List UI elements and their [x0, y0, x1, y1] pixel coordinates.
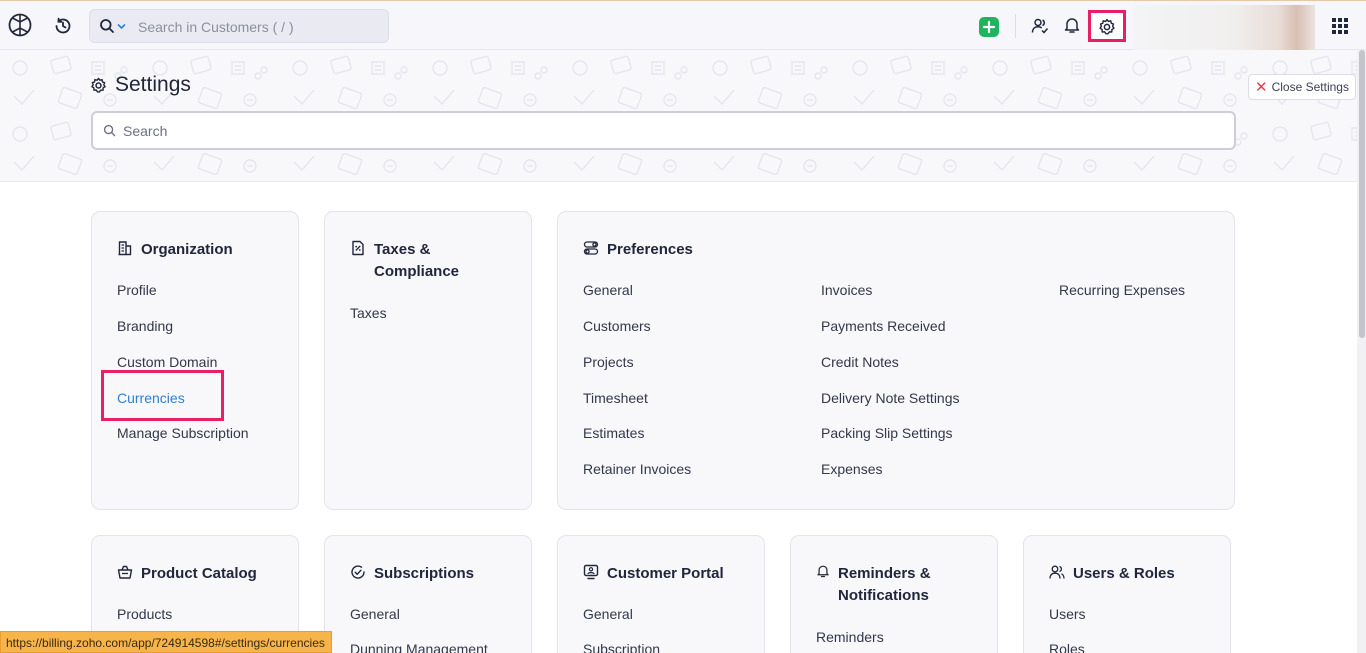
users-icon: [1049, 565, 1065, 579]
gear-icon: [91, 77, 106, 93]
browser-status-url: https://billing.zoho.com/app/724914598#/…: [0, 631, 332, 653]
settings-link-packing-slip-settings[interactable]: Packing Slip Settings: [821, 425, 953, 441]
settings-link-manage-subscription[interactable]: Manage Subscription: [117, 425, 249, 441]
preferences-card-header: Preferences: [583, 239, 693, 261]
settings-link-custom-domain[interactable]: Custom Domain: [117, 354, 217, 370]
settings-link-subscriptions-general[interactable]: General: [350, 606, 400, 622]
settings-link-dunning-management[interactable]: Dunning Management: [350, 641, 488, 653]
user-profile-area[interactable]: [1134, 5, 1315, 50]
close-settings-label: Close Settings: [1271, 80, 1349, 94]
tax-document-icon: [352, 240, 364, 256]
settings-link-delivery-note-settings[interactable]: Delivery Note Settings: [821, 390, 960, 406]
quick-create-button[interactable]: [979, 17, 999, 37]
settings-link-payments-received[interactable]: Payments Received: [821, 318, 946, 334]
organization-card-title: Organization: [141, 241, 233, 258]
close-settings-button[interactable]: ✕ Close Settings: [1248, 74, 1356, 100]
reminders-card-header: Reminders & Notifications: [816, 563, 931, 607]
settings-link-invoices[interactable]: Invoices: [821, 282, 872, 298]
gear-icon: [1099, 18, 1115, 35]
zoho-logo-icon[interactable]: [8, 13, 32, 37]
settings-link-branding[interactable]: Branding: [117, 318, 173, 334]
bell-icon[interactable]: [1063, 16, 1081, 34]
taxes-compliance-card: Taxes & Compliance Taxes: [324, 211, 532, 510]
page-title: Settings: [90, 73, 191, 97]
settings-link-users[interactable]: Users: [1049, 606, 1086, 622]
page-scrollbar-thumb[interactable]: [1359, 50, 1365, 338]
settings-button[interactable]: [1088, 10, 1126, 42]
product-catalog-card-header: Product Catalog: [117, 563, 257, 585]
settings-link-timesheet[interactable]: Timesheet: [583, 390, 648, 406]
portal-monitor-icon: [583, 564, 599, 580]
settings-link-roles[interactable]: Roles: [1049, 641, 1085, 653]
reminders-card-title-line1: Reminders &: [838, 565, 931, 582]
plus-icon: [982, 20, 996, 34]
toggles-icon: [583, 241, 599, 255]
taxes-card-header: Taxes & Compliance: [350, 239, 459, 283]
settings-link-estimates[interactable]: Estimates: [583, 425, 644, 441]
taxes-card-title-line1: Taxes &: [374, 241, 431, 258]
recent-history-icon[interactable]: [53, 16, 73, 36]
settings-link-portal-general[interactable]: General: [583, 606, 633, 622]
taxes-card-title: Taxes & Compliance: [374, 239, 459, 283]
settings-link-expenses[interactable]: Expenses: [821, 461, 882, 477]
customer-portal-card-title: Customer Portal: [607, 565, 724, 582]
top-navigation-bar: Search in Customers ( / ): [0, 0, 1366, 50]
subscription-cycle-icon: [351, 565, 365, 579]
settings-link-projects[interactable]: Projects: [583, 354, 634, 370]
preferences-card: Preferences General Customers Projects T…: [557, 211, 1235, 510]
close-icon: ✕: [1255, 78, 1268, 96]
settings-search-input[interactable]: [123, 121, 1223, 141]
users-roles-card-title: Users & Roles: [1073, 565, 1175, 582]
settings-link-products[interactable]: Products: [117, 606, 172, 622]
customer-portal-card: Customer Portal General Subscription: [557, 535, 765, 653]
product-catalog-card-title: Product Catalog: [141, 565, 257, 582]
chevron-down-icon[interactable]: [117, 22, 126, 31]
app-grid-icon[interactable]: [1331, 17, 1349, 35]
users-roles-card: Users & Roles Users Roles: [1023, 535, 1231, 653]
settings-link-retainer-invoices[interactable]: Retainer Invoices: [583, 461, 691, 477]
page-title-text: Settings: [115, 73, 191, 96]
building-icon: [118, 241, 132, 256]
reminders-card-title: Reminders & Notifications: [838, 563, 931, 607]
settings-link-general[interactable]: General: [583, 282, 633, 298]
reminders-notifications-card: Reminders & Notifications Reminders: [790, 535, 998, 653]
organization-card: Organization Profile Branding Custom Dom…: [91, 211, 299, 510]
search-icon: [103, 124, 116, 137]
settings-link-recurring-expenses[interactable]: Recurring Expenses: [1059, 282, 1185, 298]
settings-link-portal-subscription[interactable]: Subscription: [583, 641, 660, 653]
global-search-placeholder: Search in Customers ( / ): [138, 19, 294, 35]
subscriptions-card: Subscriptions General Dunning Management: [324, 535, 532, 653]
users-icon[interactable]: [1031, 17, 1049, 35]
subscriptions-card-title: Subscriptions: [374, 565, 475, 582]
bell-icon: [817, 565, 829, 578]
settings-link-reminders[interactable]: Reminders: [816, 629, 884, 645]
reminders-card-title-line2: Notifications: [838, 587, 929, 604]
taxes-card-title-line2: Compliance: [374, 263, 460, 280]
settings-link-taxes[interactable]: Taxes: [350, 305, 387, 321]
toolbar-divider: [1015, 14, 1016, 38]
customer-portal-card-header: Customer Portal: [583, 563, 724, 585]
settings-search-box[interactable]: [91, 111, 1236, 150]
settings-link-credit-notes[interactable]: Credit Notes: [821, 354, 899, 370]
search-icon[interactable]: [99, 18, 115, 34]
settings-header: Settings ✕ Close Settings: [0, 50, 1366, 182]
settings-link-customers[interactable]: Customers: [583, 318, 651, 334]
currencies-highlight: [101, 370, 224, 421]
preferences-card-title: Preferences: [607, 241, 693, 258]
global-search-box[interactable]: Search in Customers ( / ): [89, 9, 389, 43]
settings-link-profile[interactable]: Profile: [117, 282, 157, 298]
users-roles-card-header: Users & Roles: [1049, 563, 1175, 585]
shopping-basket-icon: [117, 565, 133, 579]
organization-card-header: Organization: [117, 239, 233, 261]
subscriptions-card-header: Subscriptions: [350, 563, 474, 585]
